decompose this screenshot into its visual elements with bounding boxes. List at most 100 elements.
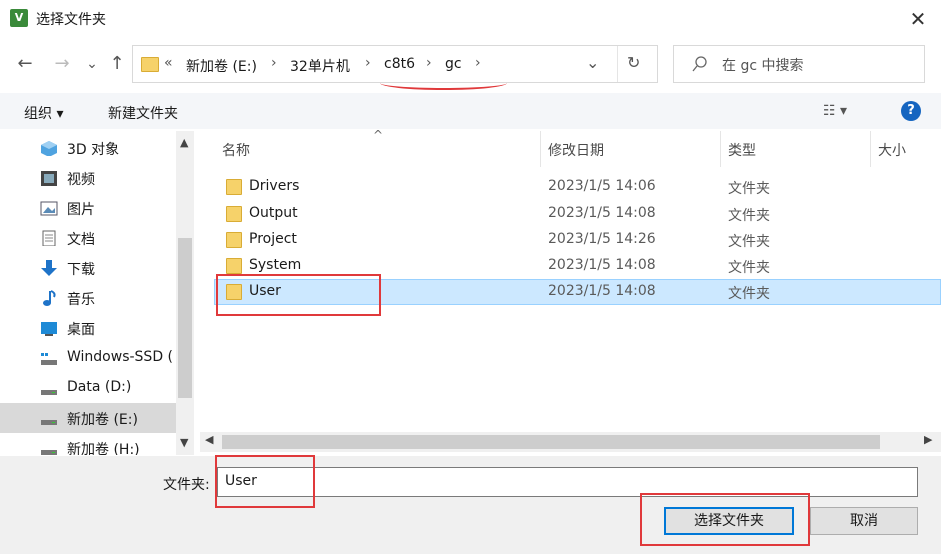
up-button[interactable]: ↑ <box>105 50 129 78</box>
sidebar-item-drive-e[interactable]: 新加卷 (E:) <box>0 403 176 433</box>
annotation-box <box>215 455 315 508</box>
breadcrumb-gc[interactable]: gc <box>445 56 462 72</box>
breadcrumb-32mcu[interactable]: 32单片机 <box>290 56 350 76</box>
drive-icon <box>41 390 57 395</box>
sidebar-item-label: 下载 <box>67 262 95 278</box>
column-header-type[interactable]: 类型 <box>728 140 756 160</box>
breadcrumb-sep[interactable]: › <box>426 55 432 71</box>
scroll-left-icon[interactable]: ◀ <box>205 433 213 446</box>
file-date: 2023/1/5 14:08 <box>548 205 656 221</box>
file-type: 文件夹 <box>728 260 770 276</box>
close-button[interactable]: ✕ <box>900 4 936 34</box>
sidebar-item-videos[interactable]: 视频 <box>0 163 176 193</box>
drive-icon <box>41 450 57 455</box>
sidebar-item-label: 文档 <box>67 232 95 248</box>
sidebar-item-pictures[interactable]: 图片 <box>0 193 176 223</box>
file-name: Project <box>249 231 297 247</box>
scroll-right-icon[interactable]: ▶ <box>924 433 932 446</box>
sidebar-item-desktop[interactable]: 桌面 <box>0 313 176 343</box>
column-divider[interactable] <box>720 131 721 167</box>
folder-field-label: 文件夹: <box>163 477 210 493</box>
sidebar-item-downloads[interactable]: 下载 <box>0 253 176 283</box>
refresh-icon[interactable]: ↻ <box>627 53 640 72</box>
sidebar-item-label: 视频 <box>67 172 95 188</box>
column-header-name[interactable]: 名称 <box>222 140 250 160</box>
sidebar-item-data-d[interactable]: Data (D:) <box>0 373 176 403</box>
list-scroll-thumb[interactable] <box>222 435 880 449</box>
breadcrumb-sep[interactable]: › <box>365 55 371 71</box>
column-divider[interactable] <box>870 131 871 167</box>
video-icon <box>41 171 57 186</box>
file-row-project[interactable]: Project 2023/1/5 14:26 文件夹 <box>214 227 941 253</box>
sidebar-item-label: Windows-SSD ( <box>67 349 174 365</box>
scroll-down-icon[interactable]: ▼ <box>180 436 188 449</box>
download-icon <box>41 260 57 276</box>
overflow-chevron[interactable]: « <box>164 55 173 71</box>
sidebar-item-label: 新加卷 (H:) <box>67 442 140 455</box>
sidebar-item-label: 图片 <box>67 202 95 218</box>
breadcrumb-drive-e[interactable]: 新加卷 (E:) <box>186 56 257 76</box>
file-name: Output <box>249 205 298 221</box>
file-date: 2023/1/5 14:26 <box>548 231 656 247</box>
forward-button[interactable]: → <box>50 50 74 78</box>
column-header-size[interactable]: 大小 <box>878 140 906 160</box>
folder-name-input[interactable]: User <box>217 467 918 497</box>
file-row-output[interactable]: Output 2023/1/5 14:08 文件夹 <box>214 201 941 227</box>
file-row-drivers[interactable]: Drivers 2023/1/5 14:06 文件夹 <box>214 174 941 200</box>
file-date: 2023/1/5 14:08 <box>548 283 656 299</box>
sidebar-item-windows-ssd[interactable]: Windows-SSD ( <box>0 343 176 373</box>
file-type: 文件夹 <box>728 234 770 250</box>
back-button[interactable]: ← <box>13 50 37 78</box>
music-icon <box>43 290 56 306</box>
address-dropdown[interactable]: ⌄ <box>586 53 599 72</box>
cube-icon <box>41 141 57 156</box>
sidebar-item-documents[interactable]: 文档 <box>0 223 176 253</box>
view-options-button[interactable]: ☷ ▾ <box>823 103 847 119</box>
divider <box>617 46 618 82</box>
drive-icon <box>41 353 57 365</box>
breadcrumb-sep[interactable]: › <box>475 55 481 71</box>
search-box[interactable]: 在 gc 中搜索 <box>673 45 925 83</box>
annotation-box <box>640 493 810 546</box>
sidebar-item-label: 桌面 <box>67 322 95 338</box>
toolbar: 组织 ▾ 新建文件夹 ☷ ▾ ? <box>0 93 941 129</box>
folder-icon <box>226 232 242 248</box>
column-header-date[interactable]: 修改日期 <box>548 140 604 160</box>
file-type: 文件夹 <box>728 208 770 224</box>
cancel-button[interactable]: 取消 <box>810 507 918 535</box>
folder-icon <box>226 179 242 195</box>
folder-icon <box>141 57 159 72</box>
file-name: System <box>249 257 302 273</box>
desktop-icon <box>41 322 57 336</box>
window-title: 选择文件夹 <box>36 12 106 28</box>
sidebar-item-music[interactable]: 音乐 <box>0 283 176 313</box>
navigation-pane: 3D 对象 视频 图片 文档 下载 音乐 桌面 Windows-SSD ( Da… <box>0 131 196 455</box>
title-bar: V 选择文件夹 ✕ <box>0 0 941 38</box>
drive-icon <box>41 420 57 425</box>
annotation-underline <box>380 76 507 90</box>
sidebar-item-label: 新加卷 (E:) <box>67 412 138 428</box>
sort-indicator-icon: ^ <box>373 128 384 142</box>
file-name: Drivers <box>249 178 300 194</box>
column-divider[interactable] <box>540 131 541 167</box>
picture-icon <box>40 201 58 216</box>
document-icon <box>42 230 56 246</box>
breadcrumb-sep[interactable]: › <box>271 55 277 71</box>
organize-button[interactable]: 组织 ▾ <box>24 103 63 123</box>
folder-icon <box>226 258 242 274</box>
breadcrumb-c8t6[interactable]: c8t6 <box>384 56 415 72</box>
file-date: 2023/1/5 14:06 <box>548 178 656 194</box>
history-dropdown[interactable]: ⌄ <box>80 50 104 78</box>
sidebar-scroll-thumb[interactable] <box>178 238 192 398</box>
sidebar-item-label: 3D 对象 <box>67 142 120 158</box>
help-icon[interactable]: ? <box>901 101 921 121</box>
new-folder-button[interactable]: 新建文件夹 <box>108 103 178 123</box>
sidebar-item-3d-objects[interactable]: 3D 对象 <box>0 133 176 163</box>
search-icon <box>692 56 707 72</box>
sidebar-item-label: 音乐 <box>67 292 95 308</box>
folder-icon <box>226 206 242 222</box>
app-icon: V <box>10 9 28 27</box>
file-date: 2023/1/5 14:08 <box>548 257 656 273</box>
sidebar-item-drive-h[interactable]: 新加卷 (H:) <box>0 433 176 455</box>
scroll-up-icon[interactable]: ▲ <box>180 136 188 149</box>
